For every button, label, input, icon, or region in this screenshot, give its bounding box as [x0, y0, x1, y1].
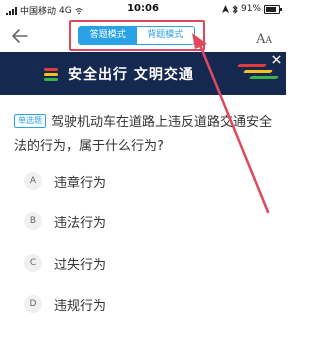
tab-memorize-mode[interactable]: 背题模式 — [136, 27, 194, 44]
tab-answer-mode[interactable]: 答题模式 — [79, 27, 137, 44]
close-icon[interactable] — [271, 54, 282, 65]
option-letter: B — [24, 212, 42, 230]
option-d[interactable]: D 违规行为 — [24, 292, 106, 316]
font-size-big: A — [256, 32, 266, 47]
option-text: 过失行为 — [54, 257, 107, 273]
question-block: 单选题 驾驶机动车在道路上违反道路交通安全法的行为，属于什么行为? — [14, 111, 276, 159]
question-text: 驾驶机动车在道路上违反道路交通安全法的行为，属于什么行为? — [14, 115, 273, 154]
option-text: 违章行为 — [54, 175, 107, 191]
battery-percent: 91% — [240, 4, 261, 14]
option-letter: D — [24, 295, 42, 313]
font-size-icon[interactable]: AA — [256, 28, 272, 47]
option-text: 违规行为 — [54, 298, 107, 314]
option-c[interactable]: C 过失行为 — [24, 251, 106, 275]
question-text-wrap: 单选题 驾驶机动车在道路上违反道路交通安全法的行为，属于什么行为? — [14, 111, 276, 159]
banner-stripe — [249, 76, 279, 79]
bluetooth-icon — [232, 4, 238, 14]
back-arrow-icon[interactable] — [10, 26, 30, 46]
option-b[interactable]: B 违法行为 — [24, 209, 106, 233]
option-a[interactable]: A 违章行为 — [24, 169, 106, 193]
status-bar: 中国移动 4G 10:06 91% — [0, 0, 286, 20]
banner-text: 安全出行 文明交通 — [68, 67, 194, 83]
mode-toggle: 答题模式 背题模式 — [78, 26, 195, 45]
option-letter: A — [24, 172, 42, 190]
nav-bar: 答题模式 背题模式 AA — [0, 20, 286, 52]
battery-icon — [264, 4, 282, 14]
font-size-small: A — [265, 36, 273, 46]
location-icon — [221, 5, 229, 13]
ad-banner[interactable]: 安全出行 文明交通 — [0, 52, 286, 95]
option-text: 违法行为 — [54, 215, 107, 231]
banner-stripe — [44, 73, 58, 76]
banner-stripe — [237, 64, 267, 67]
banner-stripe — [243, 70, 273, 73]
option-letter: C — [24, 254, 42, 272]
status-right: 91% — [221, 4, 282, 14]
banner-stripe — [44, 68, 58, 71]
question-type-badge: 单选题 — [14, 114, 46, 128]
banner-stripe — [44, 78, 58, 81]
